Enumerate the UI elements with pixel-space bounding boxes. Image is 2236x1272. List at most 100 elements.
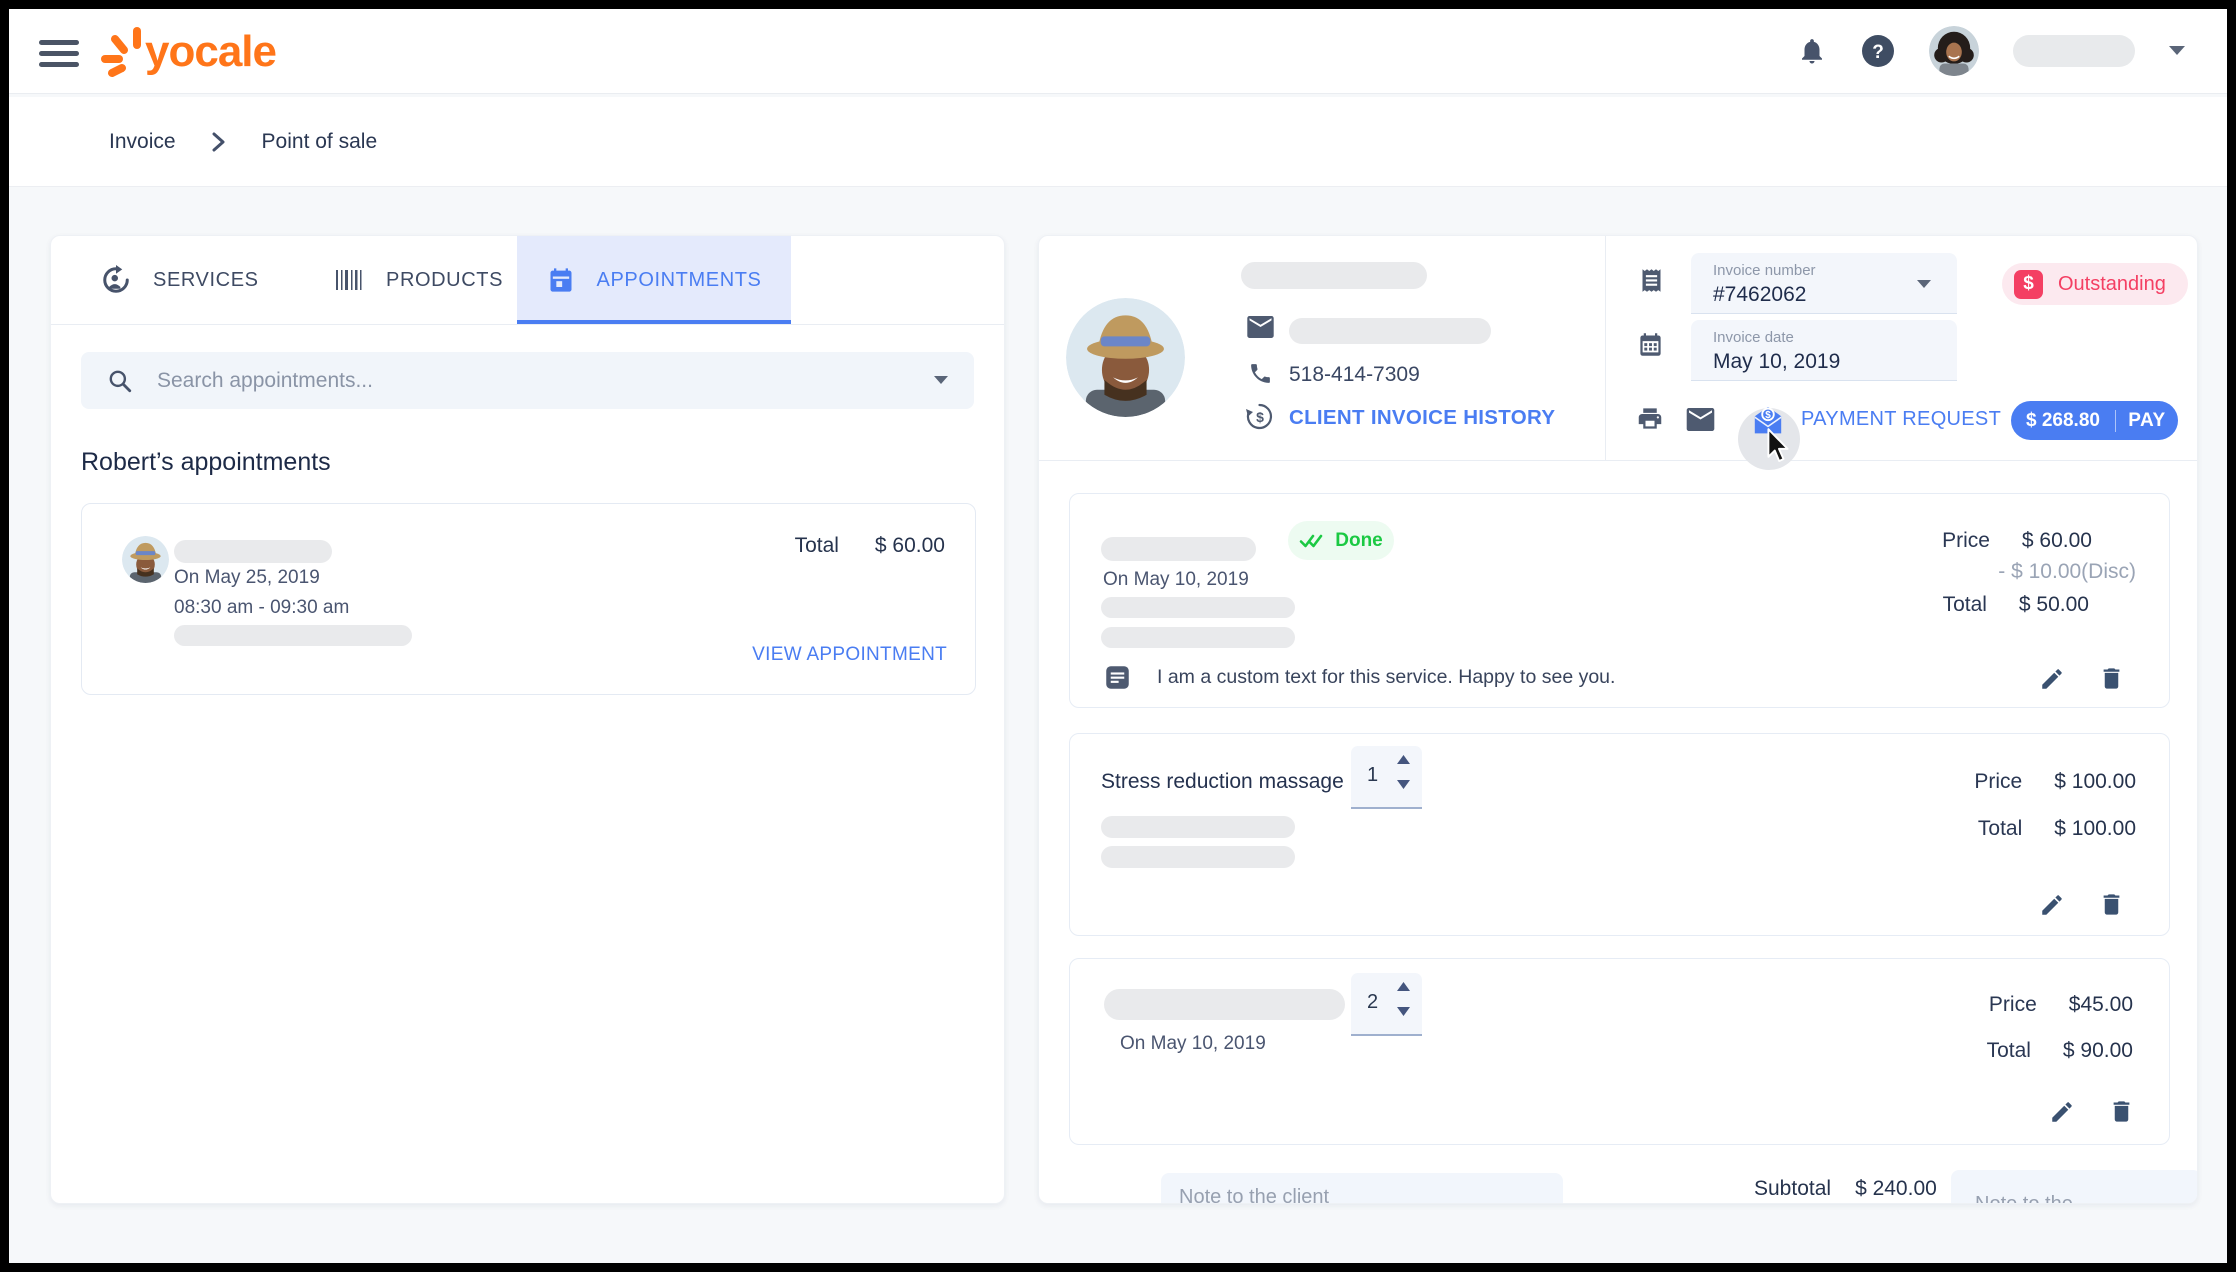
item-date: On May 10, 2019 bbox=[1120, 1033, 1266, 1055]
appointments-panel: SERVICES PRODUCTS APPOINTMENTS Rob bbox=[50, 235, 1005, 1204]
dollar-ticket-icon: $ bbox=[2014, 270, 2043, 299]
appointment-total-value: $ 60.00 bbox=[875, 534, 945, 558]
note-to-client-field[interactable]: Note to the client bbox=[1161, 1173, 1563, 1204]
email-icon bbox=[1247, 316, 1274, 338]
invoice-line-item: Stress reduction massage 1 Price $ 100.0… bbox=[1069, 733, 2170, 936]
note-to-client-placeholder: Note to the client bbox=[1179, 1186, 1329, 1204]
appointment-time: 08:30 am - 09:30 am bbox=[174, 597, 349, 619]
stepper-down-icon[interactable] bbox=[1397, 780, 1410, 789]
view-appointment-link[interactable]: VIEW APPOINTMENT bbox=[752, 644, 947, 666]
total-value: $ 90.00 bbox=[2063, 1039, 2133, 1063]
invoice-number-field[interactable]: Invoice number #7462062 bbox=[1691, 253, 1957, 314]
header-horizontal-divider bbox=[1039, 460, 2197, 461]
tab-services[interactable]: SERVICES bbox=[101, 236, 259, 324]
help-icon[interactable]: ? bbox=[1861, 34, 1895, 68]
total-row: Total $ 90.00 bbox=[1987, 1039, 2133, 1063]
edit-icon[interactable] bbox=[2039, 666, 2065, 692]
status-badge-done: Done bbox=[1288, 521, 1394, 560]
payment-request-link[interactable]: PAYMENT REQUEST bbox=[1801, 408, 2001, 431]
price-row: Price $ 100.00 bbox=[1974, 770, 2136, 794]
delete-icon[interactable] bbox=[2098, 891, 2125, 918]
redacted-detail-bar bbox=[1101, 846, 1295, 868]
top-navigation-bar: yocale ? bbox=[9, 9, 2227, 94]
delete-icon[interactable] bbox=[2108, 1098, 2135, 1125]
search-input[interactable] bbox=[155, 368, 934, 394]
stepper-up-icon[interactable] bbox=[1397, 755, 1410, 764]
price-row: Price $45.00 bbox=[1989, 993, 2133, 1017]
redacted-item-name-bar bbox=[1104, 989, 1345, 1020]
redacted-detail-bar bbox=[1101, 816, 1295, 838]
total-label: Total bbox=[1987, 1039, 2031, 1063]
redacted-client-name-bar bbox=[1241, 262, 1427, 289]
client-phone: 518-414-7309 bbox=[1289, 363, 1420, 387]
appointment-total-row: Total $ 60.00 bbox=[795, 534, 945, 558]
note-secondary-placeholder: Note to the bbox=[1975, 1193, 2073, 1204]
search-box bbox=[81, 352, 974, 409]
edit-icon[interactable] bbox=[2039, 892, 2065, 918]
breadcrumb-chevron-right-icon bbox=[212, 132, 226, 152]
breadcrumb: Invoice Point of sale bbox=[109, 97, 377, 186]
svg-text:$: $ bbox=[1765, 410, 1771, 421]
email-invoice-icon[interactable] bbox=[1686, 408, 1715, 431]
subtotal-label: Subtotal bbox=[1754, 1177, 1831, 1201]
invoice-number-chevron-down-icon[interactable] bbox=[1917, 280, 1931, 289]
stepper-down-icon[interactable] bbox=[1397, 1007, 1410, 1016]
notification-bell-icon[interactable] bbox=[1797, 35, 1827, 67]
active-tab-underline bbox=[517, 320, 791, 324]
invoice-date-label: Invoice date bbox=[1713, 329, 1794, 346]
search-chevron-down-icon[interactable] bbox=[934, 376, 948, 385]
menu-icon[interactable] bbox=[39, 40, 79, 68]
appointment-date: On May 25, 2019 bbox=[174, 567, 320, 589]
edit-icon[interactable] bbox=[2049, 1099, 2075, 1125]
note-field-secondary[interactable]: Note to the bbox=[1951, 1170, 2198, 1204]
price-value: $ 100.00 bbox=[2054, 770, 2136, 794]
services-icon bbox=[101, 265, 131, 295]
client-avatar-small bbox=[122, 536, 169, 583]
done-label: Done bbox=[1335, 530, 1383, 552]
quantity-stepper[interactable]: 2 bbox=[1351, 973, 1422, 1036]
invoice-number-value: #7462062 bbox=[1713, 283, 1806, 307]
status-badge-label: Outstanding bbox=[2058, 273, 2166, 296]
client-avatar-large bbox=[1066, 298, 1185, 417]
pay-amount: $ 268.80 bbox=[2011, 410, 2115, 432]
price-label: Price bbox=[1942, 529, 1990, 553]
phone-icon bbox=[1248, 361, 1273, 386]
user-avatar[interactable] bbox=[1929, 26, 1979, 76]
invoice-number-label: Invoice number bbox=[1713, 262, 1816, 279]
invoice-date-field[interactable]: Invoice date May 10, 2019 bbox=[1691, 320, 1957, 381]
invoice-line-item: Done On May 10, 2019 Price $ 60.00 - $ 1… bbox=[1069, 493, 2170, 708]
discount-value: - $ 10.00(Disc) bbox=[1998, 560, 2136, 584]
total-label: Total bbox=[1978, 817, 2022, 841]
redacted-client-name-bar bbox=[174, 540, 332, 563]
tab-appointments-label: APPOINTMENTS bbox=[597, 269, 762, 292]
price-label: Price bbox=[1974, 770, 2022, 794]
appointment-card[interactable]: On May 25, 2019 08:30 am - 09:30 am Tota… bbox=[81, 503, 976, 695]
tab-services-label: SERVICES bbox=[153, 269, 259, 292]
stepper-up-icon[interactable] bbox=[1397, 982, 1410, 991]
redacted-email-bar bbox=[1289, 318, 1491, 344]
note-icon bbox=[1104, 664, 1131, 691]
redacted-detail-bar bbox=[1101, 627, 1295, 648]
tab-products-label: PRODUCTS bbox=[386, 269, 503, 292]
breadcrumb-invoice[interactable]: Invoice bbox=[109, 130, 176, 154]
pay-button[interactable]: $ 268.80 PAY bbox=[2011, 401, 2178, 440]
svg-text:?: ? bbox=[1872, 42, 1884, 63]
price-row: Price $ 60.00 bbox=[1942, 529, 2092, 553]
delete-icon[interactable] bbox=[2098, 665, 2125, 692]
client-invoice-history-link[interactable]: CLIENT INVOICE HISTORY bbox=[1289, 406, 1555, 430]
total-label: Total bbox=[1943, 593, 1987, 617]
total-value: $ 100.00 bbox=[2054, 817, 2136, 841]
quantity-stepper[interactable]: 1 bbox=[1351, 746, 1422, 809]
tab-appointments[interactable]: APPOINTMENTS bbox=[517, 236, 791, 324]
calendar-date-icon bbox=[1637, 331, 1664, 358]
svg-text:$: $ bbox=[1256, 409, 1264, 425]
receipt-icon bbox=[1638, 267, 1665, 294]
invoice-line-item: On May 10, 2019 2 Price $45.00 Total $ 9… bbox=[1069, 958, 2170, 1145]
print-icon[interactable] bbox=[1636, 405, 1664, 432]
search-icon bbox=[107, 368, 133, 394]
mouse-cursor bbox=[1761, 428, 1795, 464]
subtotal-value: $ 240.00 bbox=[1855, 1177, 1937, 1201]
status-badge: $ Outstanding bbox=[2002, 263, 2188, 305]
tab-products[interactable]: PRODUCTS bbox=[334, 236, 503, 324]
account-chevron-down-icon[interactable] bbox=[2169, 46, 2185, 56]
